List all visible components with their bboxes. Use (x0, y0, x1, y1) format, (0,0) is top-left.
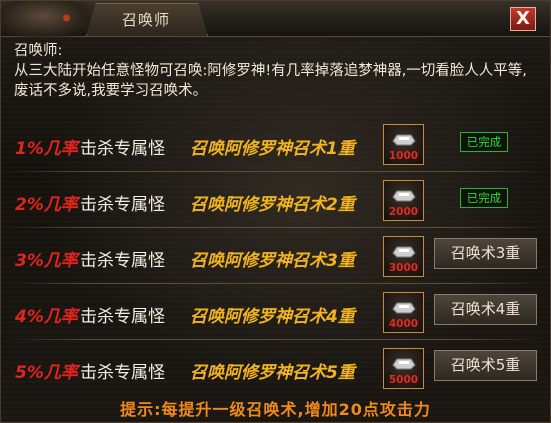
title-bar[interactable]: 召唤师 X (0, 0, 551, 40)
task-text: 击杀专属怪 (80, 363, 165, 383)
skill-name: 召唤阿修罗神召术1重 (190, 139, 355, 159)
skill-name: 召唤阿修罗神召术3重 (190, 251, 355, 271)
silver-ingot-icon (392, 190, 416, 202)
silver-ingot-icon (392, 302, 416, 314)
cost-amount: 5000 (388, 374, 419, 386)
drop-rate: 1%几率 (15, 139, 78, 159)
cost-amount: 4000 (388, 318, 419, 330)
skill-name: 召唤阿修罗神召术5重 (190, 363, 355, 383)
intro-body: 从三大陆开始任意怪物可召唤:阿修罗神!有几率掉落追梦神器,一切看脸人人平等,废话… (14, 63, 527, 99)
completed-badge: 已完成 (460, 188, 508, 208)
learn-skill-button[interactable]: 召唤术5重 (434, 350, 537, 381)
learn-skill-button[interactable]: 召唤术4重 (434, 294, 537, 325)
silver-ingot-icon (392, 358, 416, 370)
silver-ingot-icon (392, 246, 416, 258)
skill-name: 召唤阿修罗神召术4重 (190, 307, 355, 327)
summoner-dialog: 召唤师 X 召唤师: 从三大陆开始任意怪物可召唤:阿修罗神!有几率掉落追梦神器,… (0, 0, 551, 423)
quest-row-2: 2%几率 击杀专属怪 召唤阿修罗神召术2重 2000 已完成 (0, 172, 551, 228)
close-icon: X (516, 8, 530, 29)
cost-slot[interactable]: 5000 (383, 348, 424, 389)
task-text: 击杀专属怪 (80, 307, 165, 327)
drop-rate: 2%几率 (15, 195, 78, 215)
completed-badge: 已完成 (460, 132, 508, 152)
silver-ingot-icon (392, 134, 416, 146)
cost-slot[interactable]: 1000 (383, 124, 424, 165)
quest-row-3: 3%几率 击杀专属怪 召唤阿修罗神召术3重 3000 召唤术3重 (0, 228, 551, 284)
task-text: 击杀专属怪 (80, 251, 165, 271)
dragon-emblem-icon (0, 0, 95, 40)
cost-amount: 3000 (388, 262, 419, 274)
window-title: 召唤师 (121, 11, 170, 29)
task-text: 击杀专属怪 (80, 195, 165, 215)
cost-slot[interactable]: 4000 (383, 292, 424, 333)
cost-amount: 2000 (388, 206, 419, 218)
drop-rate: 5%几率 (15, 363, 78, 383)
close-button[interactable]: X (510, 7, 536, 31)
learn-skill-button[interactable]: 召唤术3重 (434, 238, 537, 269)
quest-row-1: 1%几率 击杀专属怪 召唤阿修罗神召术1重 1000 已完成 (0, 116, 551, 172)
cost-amount: 1000 (388, 150, 419, 162)
cost-slot[interactable]: 3000 (383, 236, 424, 277)
skill-name: 召唤阿修罗神召术2重 (190, 195, 355, 215)
npc-name: 召唤师: (14, 43, 63, 59)
quest-row-4: 4%几率 击杀专属怪 召唤阿修罗神召术4重 4000 召唤术4重 (0, 284, 551, 340)
cost-slot[interactable]: 2000 (383, 180, 424, 221)
hint-text: 提示:每提升一级召唤术,增加20点攻击力 (120, 400, 431, 419)
task-text: 击杀专属怪 (80, 139, 165, 159)
drop-rate: 4%几率 (15, 307, 78, 327)
drop-rate: 3%几率 (15, 251, 78, 271)
quest-row-5: 5%几率 击杀专属怪 召唤阿修罗神召术5重 5000 召唤术5重 (0, 340, 551, 396)
intro-text: 召唤师: 从三大陆开始任意怪物可召唤:阿修罗神!有几率掉落追梦神器,一切看脸人人… (14, 41, 539, 101)
